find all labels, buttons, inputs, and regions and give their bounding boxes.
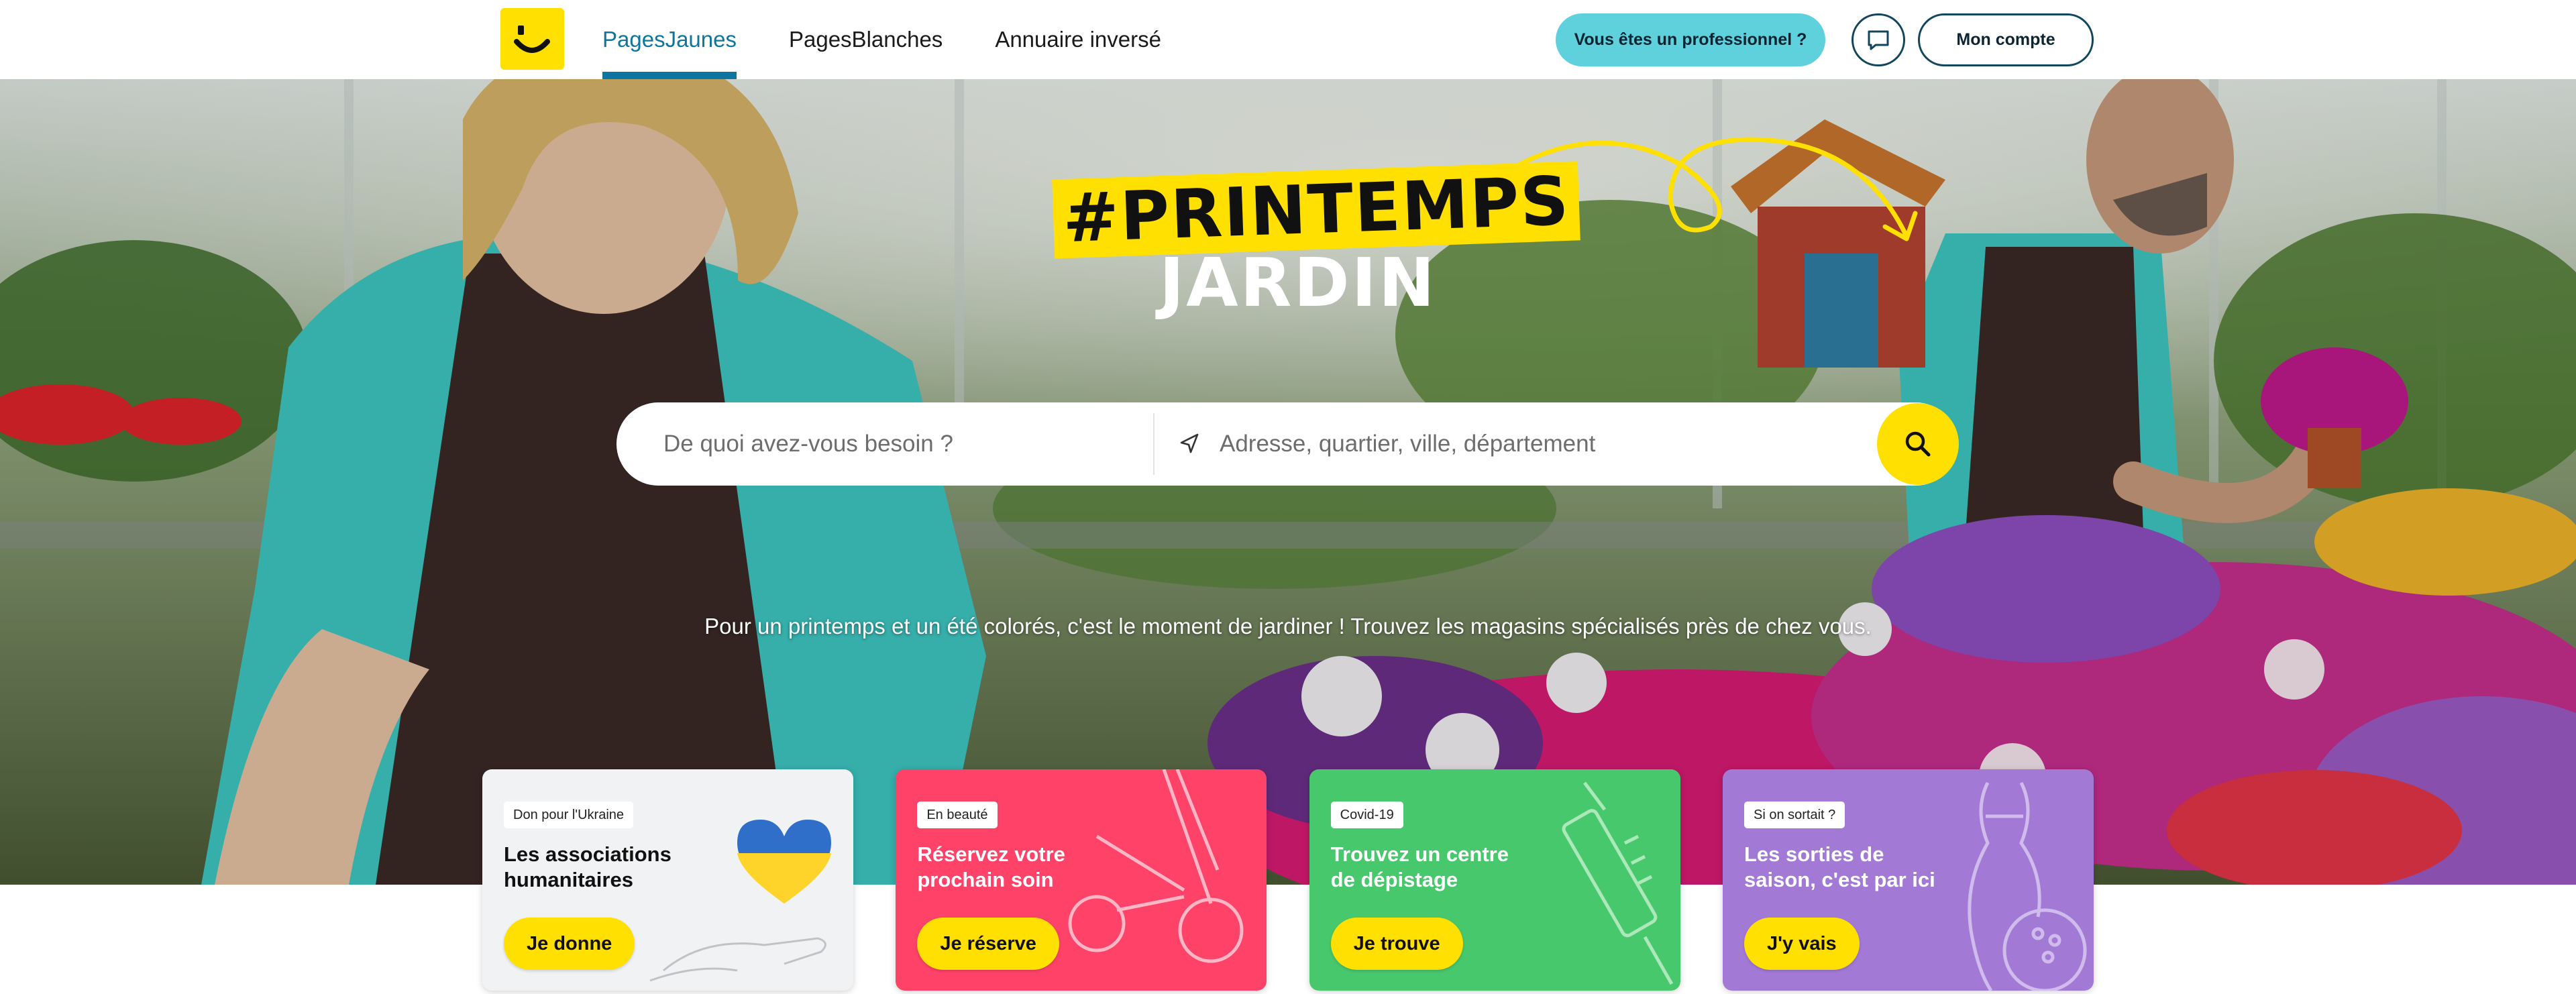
book-button[interactable]: Je réserve [917,918,1059,970]
card-badge: Don pour l'Ukraine [504,802,634,828]
card-title: Les sorties de saison, c'est par ici [1743,842,1935,891]
hero-tagline: Pour un printemps et un été colorés, c'e… [704,614,1872,639]
card-title: Réservez votre prochain soin [917,842,1065,891]
pagesjaunes-logo[interactable] [500,8,564,70]
search-separator [1153,413,1155,475]
donate-button[interactable]: Je donne [504,918,635,970]
card-badge: Si on sortait ? [1743,802,1845,828]
professional-button[interactable]: Vous êtes un professionnel ? [1556,13,1825,66]
where-search-input[interactable]: Adresse, quartier, ville, département [1220,402,1595,486]
search-bar: De quoi avez-vous besoin ? Adresse, quar… [616,402,1959,486]
card-outings[interactable]: Si on sortait ? Les sorties de saison, c… [1722,769,2094,991]
chat-bubble-icon [1868,30,1889,50]
main-nav: PagesJaunes PagesBlanches Annuaire inver… [602,0,1214,79]
find-button[interactable]: Je trouve [1330,918,1463,970]
location-arrow-icon[interactable] [1175,429,1204,459]
top-header: PagesJaunes PagesBlanches Annuaire inver… [0,0,2576,79]
headline-main: JARDIN [1159,243,1437,322]
what-search-input[interactable]: De quoi avez-vous besoin ? [663,402,953,486]
hero-banner: #PRINTEMPS JARDIN De quoi avez-vous beso… [0,79,2576,885]
card-badge: En beauté [917,802,998,828]
nav-pagesjaunes[interactable]: PagesJaunes [602,0,737,79]
promo-cards: Don pour l'Ukraine Les associations huma… [482,769,2094,994]
card-ukraine[interactable]: Don pour l'Ukraine Les associations huma… [482,769,853,991]
card-badge: Covid-19 [1330,802,1403,828]
card-title: Trouvez un centre de dépistage [1330,842,1509,891]
smile-logo-icon [514,25,550,53]
nav-pagesblanches[interactable]: PagesBlanches [789,0,943,79]
card-beauty[interactable]: En beauté Réservez votre prochain soin J… [896,769,1267,991]
nav-annuaire-inverse[interactable]: Annuaire inversé [995,0,1161,79]
go-button[interactable]: J'y vais [1743,918,1860,970]
search-icon [1905,431,1931,457]
card-title: Les associations humanitaires [504,842,672,891]
messages-button[interactable] [1851,13,1905,66]
search-submit-button[interactable] [1877,403,1959,485]
card-covid[interactable]: Covid-19 Trouvez un centre de dépistage … [1309,769,1680,991]
account-button[interactable]: Mon compte [1918,13,2094,66]
